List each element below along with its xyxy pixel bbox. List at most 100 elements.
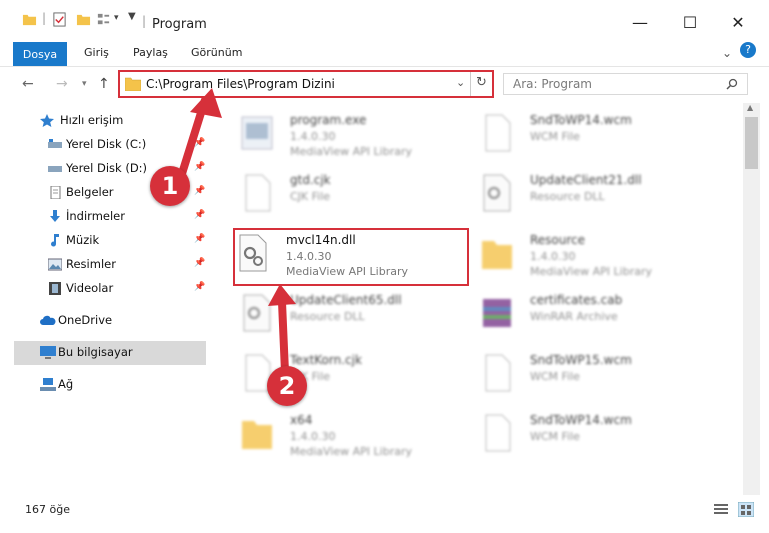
file-version: 1.4.0.30 bbox=[290, 130, 336, 143]
forward-arrow-icon[interactable]: → bbox=[56, 76, 68, 92]
sidebar-item-local-disk-d[interactable]: Yerel Disk (D:) 📌 bbox=[44, 159, 214, 179]
cloud-icon bbox=[40, 315, 56, 325]
music-note-icon bbox=[51, 234, 59, 247]
pin-icon[interactable]: 📌 bbox=[194, 162, 205, 172]
list-item[interactable]: program.exe 1.4.0.30 MediaView API Libra… bbox=[240, 111, 480, 161]
dll-gear-file-icon bbox=[483, 174, 511, 212]
file-type: WCM File bbox=[530, 430, 580, 443]
file-name: certificates.cab bbox=[530, 293, 623, 307]
dropdown-arrow-icon[interactable]: ▼ bbox=[128, 11, 136, 22]
list-item[interactable]: gtd.cjk CJK File bbox=[240, 171, 480, 221]
tab-view[interactable]: Görünüm bbox=[191, 46, 242, 59]
separator: | bbox=[142, 14, 147, 28]
download-arrow-icon bbox=[50, 210, 60, 222]
address-bar[interactable]: C:\Program Files\Program Dizini ⌄ ↻ bbox=[118, 70, 494, 98]
chevron-down-icon[interactable]: ⌄ bbox=[456, 76, 465, 89]
blank-file-icon bbox=[245, 174, 271, 212]
properties-icon[interactable] bbox=[52, 12, 67, 27]
sidebar-item-network[interactable]: Ağ bbox=[36, 375, 206, 395]
close-button[interactable]: ✕ bbox=[718, 8, 758, 36]
list-item[interactable]: x64 1.4.0.30 MediaView API Library bbox=[240, 411, 480, 461]
sidebar-item-label: Belgeler bbox=[66, 185, 114, 199]
highlight-box bbox=[233, 228, 469, 286]
new-folder-icon[interactable] bbox=[76, 12, 91, 27]
picture-icon bbox=[48, 258, 62, 271]
sidebar-item-label: Resimler bbox=[66, 257, 116, 271]
list-item[interactable]: certificates.cab WinRAR Archive bbox=[480, 291, 720, 341]
expand-ribbon-icon[interactable]: ⌄ bbox=[722, 46, 732, 60]
pin-icon[interactable]: 📌 bbox=[194, 186, 205, 196]
file-name: UpdateClient65.dll bbox=[290, 293, 402, 307]
file-list: program.exe 1.4.0.30 MediaView API Libra… bbox=[210, 103, 743, 495]
tab-file[interactable]: Dosya bbox=[13, 42, 67, 66]
search-box[interactable]: Ara: Program bbox=[503, 73, 748, 95]
list-item[interactable]: Resource 1.4.0.30 MediaView API Library bbox=[480, 231, 720, 281]
sidebar-item-pictures[interactable]: Resimler 📌 bbox=[44, 255, 214, 275]
minimize-button[interactable]: — bbox=[620, 8, 660, 36]
folder-icon bbox=[22, 14, 37, 26]
sidebar-item-label: Müzik bbox=[66, 233, 100, 247]
file-type: WinRAR Archive bbox=[530, 310, 618, 323]
list-item[interactable]: UpdateClient65.dll Resource DLL bbox=[240, 291, 480, 341]
search-input[interactable]: Ara: Program bbox=[513, 77, 592, 91]
details-view-icon[interactable] bbox=[714, 503, 728, 516]
sidebar-item-quick-access[interactable]: Hızlı erişim bbox=[36, 111, 206, 131]
archive-icon bbox=[483, 299, 511, 327]
list-item[interactable]: UpdateClient21.dll Resource DLL bbox=[480, 171, 720, 221]
refresh-icon[interactable]: ↻ bbox=[476, 75, 487, 90]
sidebar-item-downloads[interactable]: İndirmeler 📌 bbox=[44, 207, 214, 227]
help-icon[interactable]: ? bbox=[740, 42, 756, 58]
file-version: 1.4.0.30 bbox=[530, 250, 576, 263]
sidebar-item-music[interactable]: Müzik 📌 bbox=[44, 231, 214, 251]
scroll-up-icon[interactable]: ▲ bbox=[747, 103, 753, 112]
maximize-button[interactable]: ☐ bbox=[670, 8, 710, 36]
dll-gear-file-icon bbox=[243, 294, 271, 332]
tab-share[interactable]: Paylaş bbox=[133, 46, 168, 59]
sidebar-item-onedrive[interactable]: OneDrive bbox=[36, 311, 206, 331]
back-arrow-icon[interactable]: ← bbox=[22, 76, 34, 92]
document-icon bbox=[50, 186, 61, 199]
vertical-scrollbar[interactable]: ▲ bbox=[743, 103, 760, 495]
sidebar-item-label: Ağ bbox=[58, 377, 74, 391]
customize-toolbar-icon[interactable] bbox=[96, 12, 111, 27]
file-type: WCM File bbox=[530, 370, 580, 383]
film-icon bbox=[49, 282, 61, 295]
computer-icon bbox=[40, 346, 56, 359]
sidebar-item-this-pc[interactable]: Bu bilgisayar bbox=[36, 343, 206, 363]
divider bbox=[470, 72, 471, 96]
file-name: SndToWP14.wcm bbox=[530, 413, 632, 427]
scrollbar-thumb[interactable] bbox=[745, 117, 758, 169]
search-icon[interactable] bbox=[726, 78, 738, 90]
large-icons-view-icon[interactable] bbox=[738, 502, 754, 517]
file-type: Resource DLL bbox=[530, 190, 605, 203]
pin-icon[interactable]: 📌 bbox=[194, 234, 205, 244]
recent-locations-icon[interactable]: ▾ bbox=[82, 79, 87, 89]
tab-home[interactable]: Giriş bbox=[84, 46, 109, 59]
network-icon bbox=[40, 378, 56, 391]
address-path[interactable]: C:\Program Files\Program Dizini bbox=[146, 77, 335, 91]
annotation-badge-2: 2 bbox=[267, 366, 307, 406]
sidebar-item-local-disk-c[interactable]: Yerel Disk (C:) 📌 bbox=[44, 135, 214, 155]
file-name: gtd.cjk bbox=[290, 173, 331, 187]
pin-icon[interactable]: 📌 bbox=[194, 210, 205, 220]
list-item[interactable]: SndToWP15.wcm WCM File bbox=[480, 351, 720, 401]
sidebar-item-label: Hızlı erişim bbox=[60, 113, 124, 127]
file-type: CJK File bbox=[290, 190, 331, 203]
pin-icon[interactable]: 📌 bbox=[194, 138, 205, 148]
sidebar-item-label: Yerel Disk (D:) bbox=[66, 161, 148, 175]
sidebar-item-label: İndirmeler bbox=[66, 209, 125, 223]
file-name: Resource bbox=[530, 233, 586, 247]
pin-icon[interactable]: 📌 bbox=[194, 282, 205, 292]
sidebar-item-label: Bu bilgisayar bbox=[58, 345, 133, 359]
sidebar-item-videos[interactable]: Videolar 📌 bbox=[44, 279, 214, 299]
pin-icon[interactable]: 📌 bbox=[194, 258, 205, 268]
folder-icon bbox=[242, 421, 272, 449]
drive-icon bbox=[48, 139, 62, 148]
file-type: Resource DLL bbox=[290, 310, 365, 323]
exe-file-icon bbox=[241, 116, 273, 150]
file-name: SndToWP14.wcm bbox=[530, 113, 632, 127]
list-item[interactable]: SndToWP14.wcm WCM File bbox=[480, 111, 720, 161]
list-item[interactable]: SndToWP14.wcm WCM File bbox=[480, 411, 720, 461]
up-arrow-icon[interactable]: ↑ bbox=[98, 76, 110, 92]
chevron-down-icon[interactable]: ▾ bbox=[114, 13, 119, 23]
